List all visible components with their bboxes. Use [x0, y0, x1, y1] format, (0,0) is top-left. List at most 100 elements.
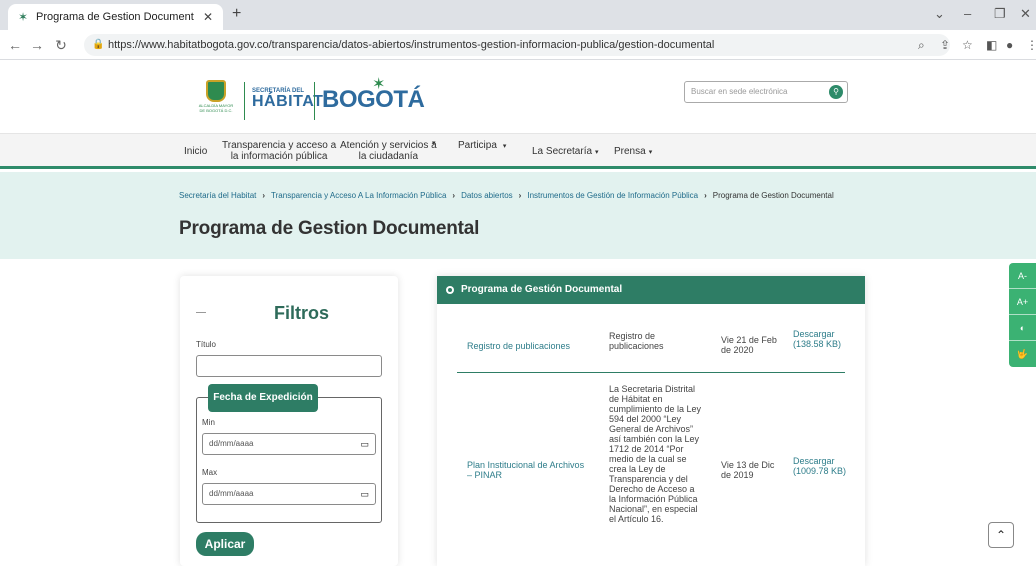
- nav-inicio[interactable]: Inicio: [184, 146, 207, 157]
- new-tab-icon[interactable]: +: [232, 5, 241, 23]
- chevron-down-icon: ▾: [502, 143, 507, 150]
- star-icon: ✶: [372, 76, 386, 93]
- chevron-down-icon: ▾: [648, 149, 653, 156]
- url-field[interactable]: 🔒 https://www.habitatbogota.gov.co/trans…: [84, 34, 950, 56]
- search-placeholder: Buscar en sede electrónica: [691, 87, 788, 96]
- nav-secretaria-label: La Secretaría: [532, 146, 593, 157]
- chevron-down-icon[interactable]: ⌄: [934, 6, 945, 22]
- title-band: Secretaría del Habitat › Transparencia y A…: [0, 172, 1036, 259]
- close-tab-icon[interactable]: ✕: [201, 10, 215, 24]
- sign-language-icon[interactable]: 🤟: [1009, 341, 1036, 367]
- search-icon[interactable]: ⚲: [829, 85, 843, 99]
- close-window-icon[interactable]: ✕: [1020, 6, 1031, 22]
- decrease-font-button[interactable]: A-: [1009, 263, 1036, 289]
- breadcrumb-separator-icon: ›: [262, 191, 266, 200]
- document-description: Registro de publicaciones: [609, 331, 664, 351]
- contrast-icon[interactable]: ◐: [1009, 315, 1036, 341]
- nav-atencion[interactable]: Atención y servicios a la ciudadanía: [340, 140, 437, 162]
- breadcrumb-current: Programa de Gestion Documental: [712, 191, 834, 200]
- address-bar: ← → ↻ 🔒 https://www.habitatbogota.gov.co…: [0, 30, 1036, 60]
- nav-atencion-line1: Atención y servicios a: [340, 140, 437, 151]
- nav-transparencia[interactable]: Transparencia y acceso a la información …: [222, 140, 336, 162]
- sidebar-icon[interactable]: ◧: [986, 38, 997, 52]
- nav-prensa[interactable]: Prensa ▾: [614, 146, 652, 158]
- breadcrumb-link[interactable]: Instrumentos de Gestión de Información P…: [527, 191, 698, 200]
- nav-transparencia-line1: Transparencia y acceso a: [222, 140, 337, 151]
- restore-icon[interactable]: ❐: [994, 6, 1006, 22]
- filters-card: Filtros Título Fecha de Expedición Min d…: [180, 276, 398, 566]
- download-link[interactable]: Descargar (1009.78 KB): [793, 456, 849, 476]
- calendar-icon[interactable]: ▭: [360, 434, 369, 454]
- document-title-link[interactable]: Plan Institucional de Archivos – PINAR: [467, 460, 587, 480]
- breadcrumb-link[interactable]: Transparencia y Acceso A La Información …: [271, 191, 446, 200]
- reload-icon[interactable]: ↻: [50, 37, 72, 54]
- accessibility-toolbar: A- A+ ◐ 🤟: [1009, 263, 1036, 367]
- min-label: Min: [202, 418, 215, 427]
- bookmark-star-icon[interactable]: ☆: [962, 38, 973, 52]
- fecha-expedicion-legend: Fecha de Expedición: [208, 384, 318, 412]
- document-title-link[interactable]: Registro de publicaciones: [467, 341, 587, 351]
- download-link[interactable]: Descargar (138.58 KB): [793, 329, 849, 349]
- min-date-placeholder: dd/mm/aaaa: [209, 439, 254, 448]
- minimize-icon[interactable]: –: [964, 6, 971, 21]
- zoom-icon[interactable]: ⌕: [918, 38, 925, 53]
- page-title: Programa de Gestion Documental: [179, 218, 480, 239]
- table-row: Plan Institucional de Archivos – PINAR L…: [457, 382, 846, 566]
- browser-tabbar: ✶ Programa de Gestion Document ✕ + ⌄ – ❐…: [0, 0, 1036, 30]
- titulo-label: Título: [196, 340, 217, 349]
- document-description: La Secretaria Distrital de Hábitat en cu…: [609, 384, 702, 524]
- max-date-input[interactable]: dd/mm/aaaa ▭: [202, 483, 376, 505]
- back-icon[interactable]: ←: [4, 37, 26, 53]
- breadcrumb-link[interactable]: Secretaría del Habitat: [179, 191, 256, 200]
- profile-icon[interactable]: ●: [1006, 38, 1013, 52]
- nav-secretaria[interactable]: La Secretaría ▾: [532, 146, 599, 158]
- table-row: Registro de publicaciones Registro de pu…: [457, 328, 845, 368]
- breadcrumb: Secretaría del Habitat › Transparencia y A…: [179, 191, 834, 200]
- alcaldia-text: ALCALDÍA MAYOR DE BOGOTÁ D.C.: [198, 103, 234, 113]
- document-date: Vie 21 de Feb de 2020: [721, 335, 777, 355]
- scroll-to-top-button[interactable]: ⌃: [988, 522, 1014, 548]
- breadcrumb-separator-icon: ›: [452, 191, 456, 200]
- site-header: ALCALDÍA MAYOR DE BOGOTÁ D.C. SECRETARÍA…: [0, 60, 1036, 133]
- forward-icon[interactable]: →: [26, 37, 48, 53]
- titulo-input[interactable]: [196, 355, 382, 377]
- results-panel: Programa de Gestión Documental Registro …: [437, 276, 865, 566]
- max-date-placeholder: dd/mm/aaaa: [209, 489, 254, 498]
- logo-divider: [244, 82, 245, 120]
- double-chevron-up-icon: ⌃: [995, 528, 1007, 542]
- menu-dots-icon[interactable]: ⋮: [1026, 38, 1036, 52]
- breadcrumb-link[interactable]: Datos abiertos: [461, 191, 513, 200]
- chevron-down-icon: ▾: [432, 140, 436, 147]
- min-date-input[interactable]: dd/mm/aaaa ▭: [202, 433, 376, 455]
- browser-tab[interactable]: ✶ Programa de Gestion Document ✕: [8, 4, 223, 30]
- nav-participa[interactable]: Participa ▾: [458, 140, 506, 152]
- calendar-icon[interactable]: ▭: [360, 484, 369, 504]
- logo-divider: [314, 82, 315, 120]
- site-favicon-icon: ✶: [17, 10, 29, 24]
- increase-font-button[interactable]: A+: [1009, 289, 1036, 315]
- document-date: Vie 13 de Dic de 2019: [721, 460, 775, 480]
- results-header[interactable]: Programa de Gestión Documental: [437, 276, 865, 304]
- habitat-text: HÁBITAT: [252, 93, 324, 110]
- alcaldia-logo[interactable]: ALCALDÍA MAYOR DE BOGOTÁ D.C.: [196, 80, 236, 120]
- lock-icon: 🔒: [92, 39, 105, 50]
- max-label: Max: [202, 468, 218, 477]
- search-input[interactable]: Buscar en sede electrónica ⚲: [684, 81, 848, 103]
- nav-participa-label: Participa: [458, 140, 497, 151]
- secretaria-logo[interactable]: SECRETARÍA DEL HÁBITAT: [252, 88, 323, 110]
- apply-button[interactable]: Aplicar: [196, 532, 254, 556]
- share-icon[interactable]: ⇪: [940, 38, 950, 52]
- chevron-down-icon: ▾: [595, 149, 599, 156]
- nav-atencion-line2: la ciudadanía: [358, 151, 419, 162]
- tab-title: Programa de Gestion Document: [36, 11, 194, 23]
- nav-transparencia-line2: la información pública: [230, 151, 328, 162]
- shield-icon: [206, 80, 226, 102]
- divider: [196, 312, 206, 313]
- bullet-icon: [446, 286, 454, 294]
- url-text: https://www.habitatbogota.gov.co/transpa…: [108, 39, 715, 51]
- nav-prensa-label: Prensa: [614, 146, 646, 157]
- filters-title: Filtros: [274, 303, 330, 323]
- breadcrumb-separator-icon: ›: [518, 191, 522, 200]
- main-nav: Inicio Transparencia y acceso a la infor…: [0, 133, 1036, 169]
- results-header-label: Programa de Gestión Documental: [461, 284, 623, 295]
